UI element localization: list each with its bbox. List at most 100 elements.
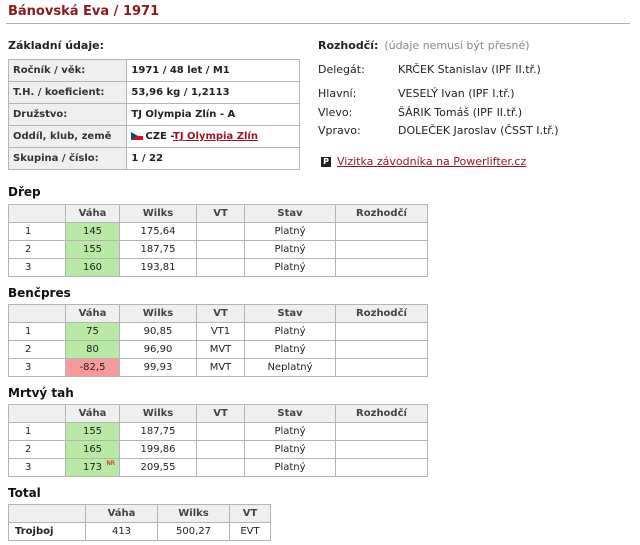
table-row: Trojboj 413 500,27 EVT [8,522,271,541]
info-value: 53,96 kg / 1,2113 [126,81,300,104]
attempt-status: Neplatný [244,358,336,377]
attempt-status: Platný [244,322,336,341]
attempt-wilks: 193,81 [119,258,197,277]
col-label [8,504,86,523]
referee-role: Vlevo: [318,106,353,119]
attempt-weight: 155 [65,240,120,259]
total-weight: 413 [85,522,158,541]
attempt-weight: 155 [65,422,120,441]
attempt-status: Platný [244,222,336,241]
col-attempt [8,204,66,223]
attempt-no: 3 [8,358,66,377]
col-wilks: Wilks [119,204,197,223]
col-weight: Váha [85,504,158,523]
col-referee: Rozhodčí [335,404,428,423]
attempt-vt [196,222,245,241]
col-status: Stav [244,204,336,223]
info-key: Ročník / věk: [7,59,128,82]
attempt-status: Platný [244,422,336,441]
attempt-weight: 145 [65,222,120,241]
col-status: Stav [244,304,336,323]
attempt-no: 3 [8,258,66,277]
col-wilks: Wilks [119,304,197,323]
basic-info-table: Ročník / věk: 1971 / 48 let / M1 T.H. / … [7,59,300,170]
attempt-weight: -82,5 [65,358,120,377]
attempt-no: 3 [8,458,66,477]
attempt-vt [196,258,245,277]
col-wilks: Wilks [157,504,230,523]
referees-label: Rozhodčí: (údaje nemusí být přesné) [318,39,530,52]
attempt-no: 2 [8,240,66,259]
deadlift-heading: Mrtvý tah [8,386,74,400]
col-vt: VT [196,304,245,323]
attempt-referee [335,240,428,259]
table-row: 2 155 187,75 Platný [8,240,428,259]
referees-note: (údaje nemusí být přesné) [384,39,530,52]
referee-role: Vpravo: [318,124,361,137]
attempt-wilks: 90,85 [119,322,197,341]
info-row: Skupina / číslo: 1 / 22 [7,147,300,170]
attempt-weight: 165 [65,440,120,459]
attempt-wilks: 175,64 [119,222,197,241]
attempt-referee [335,440,428,459]
col-wilks: Wilks [119,404,197,423]
attempt-wilks: 187,75 [119,422,197,441]
table-row: 3 -82,5 99,93 MVT Neplatný [8,358,428,377]
referee-role: Hlavní: [318,87,357,100]
attempt-no: 1 [8,422,66,441]
attempt-vt [196,240,245,259]
attempt-referee [335,458,428,477]
info-key: T.H. / koeficient: [7,81,128,104]
referee-row: Hlavní: VESELÝ Ivan (IPF I.tř.) [318,87,515,100]
col-weight: Váha [65,204,120,223]
attempt-no: 2 [8,340,66,359]
bench-heading: Benčpres [8,286,71,300]
info-value: 1971 / 48 let / M1 [126,59,300,82]
table-row: 3 160 193,81 Platný [8,258,428,277]
attempt-status: Platný [244,240,336,259]
info-row: Oddíl, klub, země CZE -TJ Olympia Zlín [7,125,300,148]
squat-table: Váha Wilks VT Stav Rozhodčí 1 145 175,64… [8,204,428,277]
attempt-vt [196,422,245,441]
national-record-badge: NR [106,460,115,467]
table-row: 2 165 199,86 Platný [8,440,428,459]
table-row: 1 155 187,75 Platný [8,422,428,441]
squat-heading: Dřep [8,185,41,199]
col-weight: Váha [65,304,120,323]
attempt-status: Platný [244,258,336,277]
attempt-referee [335,222,428,241]
table-row: 1 75 90,85 VT1 Platný [8,322,428,341]
attempt-status: Platný [244,340,336,359]
attempt-referee [335,358,428,377]
powerlifter-link-row: P Vizitka závodníka na Powerlifter.cz [321,155,526,168]
table-header: Váha Wilks VT Stav Rozhodčí [8,404,428,423]
col-vt: VT [229,504,271,523]
total-vt: EVT [229,522,271,541]
club-cell: CZE -TJ Olympia Zlín [126,125,300,148]
info-key: Oddíl, klub, země [7,125,128,148]
athlete-title: Bánovská Eva / 1971 [8,4,160,19]
club-link[interactable]: TJ Olympia Zlín [173,131,258,142]
info-key: Družstvo: [7,103,128,126]
col-status: Stav [244,404,336,423]
attempt-wilks: 99,93 [119,358,197,377]
attempt-vt: VT1 [196,322,245,341]
col-attempt [8,404,66,423]
total-heading: Total [8,486,41,500]
powerlifter-icon: P [321,157,331,167]
attempt-status: Platný [244,458,336,477]
attempt-vt: MVT [196,358,245,377]
total-label: Trojboj [8,522,86,541]
powerlifter-link[interactable]: Vizitka závodníka na Powerlifter.cz [337,155,526,168]
attempt-weight: 80 [65,340,120,359]
attempt-referee [335,322,428,341]
info-key: Skupina / číslo: [7,147,128,170]
attempt-weight: 160 [65,258,120,277]
referee-row: Delegát: KRČEK Stanislav (IPF II.tř.) [318,63,541,76]
attempt-weight-record: 173 NR [65,458,120,477]
country-code: CZE [145,131,167,142]
col-weight: Váha [65,404,120,423]
attempt-no: 1 [8,322,66,341]
referee-name: ŠÁRIK Tomáš (IPF II.tř.) [398,106,523,119]
table-header: Váha Wilks VT Stav Rozhodčí [8,204,428,223]
